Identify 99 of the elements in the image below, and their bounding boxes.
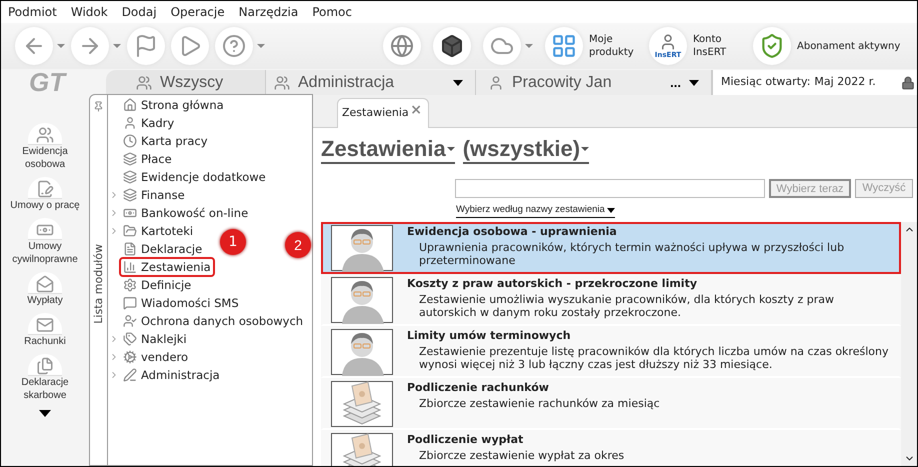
people-icon	[274, 74, 290, 90]
report-row[interactable]: Ewidencja osobowa - uprawnienia Uprawnienia pracowników, których termin ważności upływa w przyszłości lub przeterminowane	[321, 222, 901, 274]
menu-item[interactable]: Podmiot	[8, 3, 57, 21]
module-shortcut[interactable]: Ewidencja osobowa	[3, 123, 87, 171]
module-item[interactable]: Definicje	[119, 275, 196, 295]
report-description: Zestawienie umożliwia wyszukanie pracowników, dla których koszty z praw autorskich w danym roku zostały przekroczone.	[418, 292, 836, 320]
report-title: Koszty z praw autorskich - przekroczone limity	[407, 277, 698, 290]
documents-icon	[36, 357, 54, 375]
module-item[interactable]: Ochrona danych osobowych	[119, 311, 308, 331]
module-icon	[123, 188, 137, 202]
module-icon	[123, 98, 137, 112]
scrollbar[interactable]	[901, 222, 917, 466]
envelope-icon	[36, 275, 54, 293]
lock-icon	[901, 76, 915, 90]
module-item[interactable]: Finanse	[119, 185, 189, 205]
logo: GT	[29, 69, 66, 95]
module-item[interactable]: Kadry	[119, 113, 178, 133]
department-dropdown[interactable]: Administracja	[266, 70, 476, 95]
module-icon	[123, 134, 137, 148]
module-icon	[123, 278, 137, 292]
module-icon	[123, 368, 137, 382]
panel-title: Lista modułów	[92, 244, 104, 324]
module-icon	[123, 206, 137, 220]
caret-icon	[257, 44, 265, 48]
scroll-down-icon[interactable]	[39, 410, 51, 417]
caret-icon	[113, 44, 121, 48]
module-icon	[123, 314, 137, 328]
module-item[interactable]: Administracja	[119, 365, 224, 385]
filter-dropdown[interactable]: (wszystkie)	[462, 136, 590, 164]
report-description: Zestawienie prezentuje listę pracowników dla których liczba umów na czas określony wynosi więcej niż 3 lub łączny czas jest dłuższy niż 33 miesiące.	[418, 344, 890, 372]
report-description: Zbiorcze zestawienie wypłat za okres	[418, 448, 626, 462]
menu-item[interactable]: Operacje	[170, 3, 225, 21]
report-title: Ewidencja osobowa - uprawnienia	[407, 225, 618, 238]
module-item[interactable]: vendero	[119, 347, 192, 367]
mail-icon	[36, 316, 54, 334]
module-icon	[123, 224, 137, 238]
module-icon	[123, 260, 137, 274]
toolbar-button[interactable]	[433, 27, 471, 65]
caret-icon	[525, 44, 533, 48]
module-item[interactable]: Ewidencje dodatkowe	[119, 167, 270, 187]
employee-dropdown[interactable]: Pracowity Jan ...	[476, 70, 713, 95]
person-icon	[488, 74, 504, 90]
module-shortcut[interactable]: Deklaracje skarbowe	[3, 354, 87, 402]
report-description: Uprawnienia pracowników, których termin ważności upływa w przyszłości lub przeterminowane	[418, 240, 846, 268]
people-icon	[136, 74, 152, 90]
module-icon	[123, 350, 137, 364]
menu-item[interactable]: Widok	[70, 3, 108, 21]
module-shortcut[interactable]: Umowy cywilnoprawne	[3, 218, 87, 266]
people-icon	[36, 126, 54, 144]
module-shortcut[interactable]: Umowy o pracę	[3, 177, 87, 212]
help-icon	[222, 34, 246, 58]
report-title: Podliczenie rachunków	[407, 381, 550, 394]
module-item[interactable]: Deklaracje	[119, 239, 206, 259]
pin-icon	[93, 101, 104, 112]
module-item[interactable]: Zestawienia	[119, 257, 215, 277]
module-icon	[123, 332, 137, 346]
month-value: Maj 2022 r.	[814, 74, 876, 90]
toolbar-link-button[interactable]: Abonament aktywny	[753, 27, 903, 65]
month-label: Miesiąc otwarty:	[721, 74, 810, 90]
search-field[interactable]	[455, 179, 765, 198]
report-row[interactable]: Koszty z praw autorskich - przekroczone limity Zestawienie umożliwia wyszukanie pracowników, dla których koszty z praw autorskich w danym roku zostały przekroczone.	[321, 274, 901, 326]
report-row[interactable]: Podliczenie wypłat Zbiorcze zestawienie wypłat za okres	[321, 430, 901, 466]
close-button[interactable]: ×	[410, 100, 422, 121]
menu-item[interactable]: Dodaj	[122, 3, 157, 21]
module-item[interactable]: Naklejki	[119, 329, 191, 349]
report-title: Podliczenie wypłat	[407, 433, 524, 446]
module-icon	[123, 116, 137, 130]
choose-by-name-link[interactable]: Wybierz według nazwy zestawienia	[456, 203, 615, 218]
module-item[interactable]: Kartoteki	[119, 221, 198, 241]
contract-icon	[36, 180, 54, 198]
module-shortcut[interactable]: Wypłaty	[3, 272, 87, 307]
module-item[interactable]: Wiadomości SMS	[119, 293, 243, 313]
caret-icon	[57, 44, 65, 48]
grid-icon	[551, 33, 577, 59]
module-item[interactable]: Karta pracy	[119, 131, 212, 151]
flag-icon	[134, 34, 158, 58]
globe-icon	[390, 34, 414, 58]
module-icon	[123, 170, 137, 184]
category-dropdown[interactable]: Zestawienia	[321, 136, 455, 164]
menu-item[interactable]: Pomoc	[312, 3, 352, 21]
module-item[interactable]: Strona główna	[119, 95, 228, 115]
callout-badge: 1	[220, 229, 246, 255]
report-row[interactable]: Podliczenie rachunków Zbiorcze zestawienie rachunków za miesiąc	[321, 378, 901, 430]
cube-icon	[440, 34, 464, 58]
report-title: Limity umów terminowych	[407, 329, 572, 342]
report-description: Zbiorcze zestawienie rachunków za miesiąc	[418, 396, 661, 410]
module-item[interactable]: Bankowość on-line	[119, 203, 252, 223]
person-icon	[659, 33, 677, 51]
module-icon	[123, 242, 137, 256]
group-tab[interactable]: Wszyscy	[106, 70, 266, 95]
module-item[interactable]: Płace	[119, 149, 176, 169]
toolbar-link-button[interactable]: Moje produkty	[545, 27, 637, 65]
report-row[interactable]: Limity umów terminowych Zestawienie prezentuje listę pracowników dla których liczba umów na czas określony wynosi więcej niż 3 lub łączny czas jest dłuższy niż 33 miesiące.	[321, 326, 901, 378]
module-icon	[123, 296, 137, 310]
menu-item[interactable]: Narzędzia	[238, 3, 298, 21]
module-icon	[123, 152, 137, 166]
caret-icon	[689, 80, 699, 86]
module-shortcut[interactable]: Rachunki	[3, 313, 87, 348]
caret-icon	[453, 80, 463, 86]
